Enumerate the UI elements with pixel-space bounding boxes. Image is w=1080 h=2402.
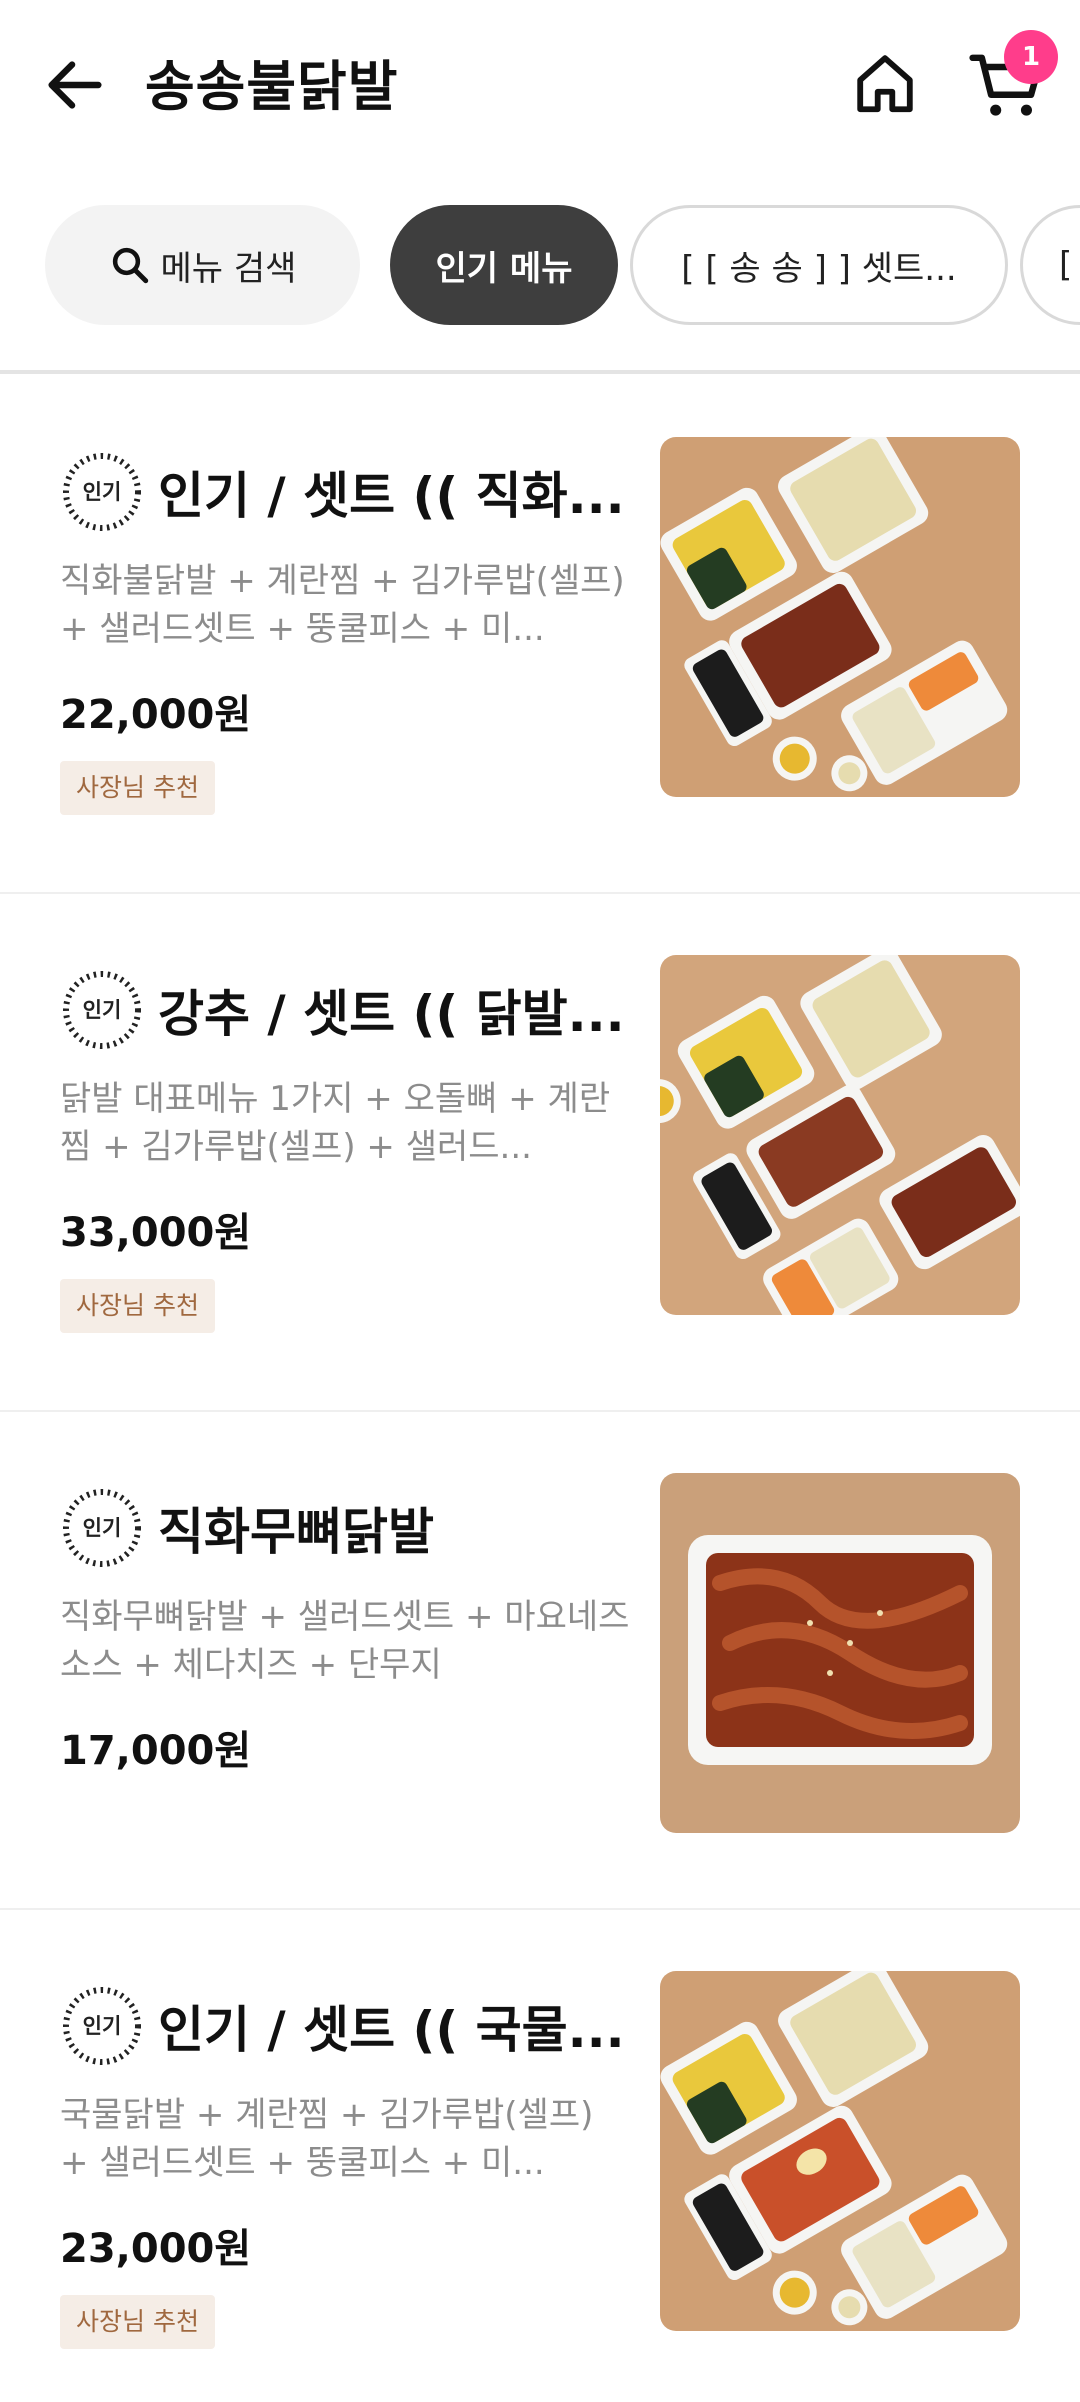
menu-item-description: 닭발 대표메뉴 1가지 + 오돌뼈 + 계란찜 + 김가루밥(셀프) + 샐러드… xyxy=(60,1079,611,1167)
owner-recommend-tag: 사장님 추천 xyxy=(60,2295,215,2349)
menu-item-name: 강추 / 셋트 (( 닭발... xyxy=(158,985,625,1043)
menu-item-price: 33,000원 xyxy=(60,1210,252,1256)
menu-item-price: 22,000원 xyxy=(60,692,252,738)
popular-badge-text: 인기 xyxy=(82,480,122,504)
menu-item[interactable]: 인기 인기 / 셋트 (( 직화... 직화불닭발 + 계란찜 + 김가루밥(셀… xyxy=(0,374,1080,892)
chip-popular-menu[interactable]: 인기 메뉴 xyxy=(390,205,618,325)
cart-count-badge: 1 xyxy=(1004,30,1058,84)
menu-search-label: 메뉴 검색 xyxy=(160,248,297,289)
menu-item[interactable]: 인기 강추 / 셋트 (( 닭발... 닭발 대표메뉴 1가지 + 오돌뼈 + … xyxy=(0,894,1080,1410)
chip-next-category[interactable]: [ xyxy=(1020,205,1080,325)
menu-item-photo xyxy=(660,1473,1020,1833)
owner-recommend-tag: 사장님 추천 xyxy=(60,761,215,815)
popular-badge-text: 인기 xyxy=(82,998,122,1022)
menu-item-description: 국물닭발 + 계란찜 + 김가루밥(셀프) + 샐러드셋트 + 뚱쿨피스 + 미… xyxy=(60,2095,594,2183)
menu-item-photo xyxy=(660,1971,1020,2331)
chip-popular-label: 인기 메뉴 xyxy=(435,248,573,289)
app-header: 송송불닭발 1 xyxy=(0,0,1080,170)
menu-item-photo xyxy=(660,437,1020,797)
chip-songsong-set[interactable]: [ [ 송 송 ] ] 셋트... xyxy=(630,205,1008,325)
page-title: 송송불닭발 xyxy=(145,55,399,118)
menu-item[interactable]: 인기 직화무뼈닭발 직화무뼈닭발 + 샐러드셋트 + 마요네즈소스 + 체다치즈… xyxy=(0,1412,1080,1908)
popular-badge-icon: 인기 xyxy=(60,1984,144,2068)
home-icon[interactable] xyxy=(850,48,920,118)
popular-badge-text: 인기 xyxy=(82,2014,122,2038)
back-arrow-icon[interactable] xyxy=(40,50,110,120)
menu-item-description: 직화불닭발 + 계란찜 + 김가루밥(셀프) + 샐러드셋트 + 뚱쿨피스 + … xyxy=(60,561,625,649)
menu-item-description: 직화무뼈닭발 + 샐러드셋트 + 마요네즈소스 + 체다치즈 + 단무지 xyxy=(60,1597,630,1685)
menu-item-name: 인기 / 셋트 (( 국물... xyxy=(158,2001,625,2059)
popular-badge-icon: 인기 xyxy=(60,450,144,534)
popular-badge-icon: 인기 xyxy=(60,968,144,1052)
menu-item-price: 17,000원 xyxy=(60,1728,252,1774)
chip-set-label: [ [ 송 송 ] ] 셋트... xyxy=(681,248,957,289)
menu-item[interactable]: 인기 인기 / 셋트 (( 국물... 국물닭발 + 계란찜 + 김가루밥(셀프… xyxy=(0,1910,1080,2402)
menu-item-price: 23,000원 xyxy=(60,2226,252,2272)
search-icon xyxy=(112,247,148,284)
owner-recommend-tag: 사장님 추천 xyxy=(60,1279,215,1333)
category-chip-bar: 메뉴 검색 인기 메뉴 [ [ 송 송 ] ] 셋트... [ xyxy=(0,205,1080,330)
menu-item-photo xyxy=(660,955,1020,1315)
menu-item-name: 직화무뼈닭발 xyxy=(158,1503,434,1561)
chip-next-label: [ xyxy=(1059,245,1073,285)
popular-badge-text: 인기 xyxy=(82,1516,122,1540)
menu-search-chip[interactable]: 메뉴 검색 xyxy=(45,205,360,325)
menu-item-name: 인기 / 셋트 (( 직화... xyxy=(158,467,625,525)
popular-badge-icon: 인기 xyxy=(60,1486,144,1570)
